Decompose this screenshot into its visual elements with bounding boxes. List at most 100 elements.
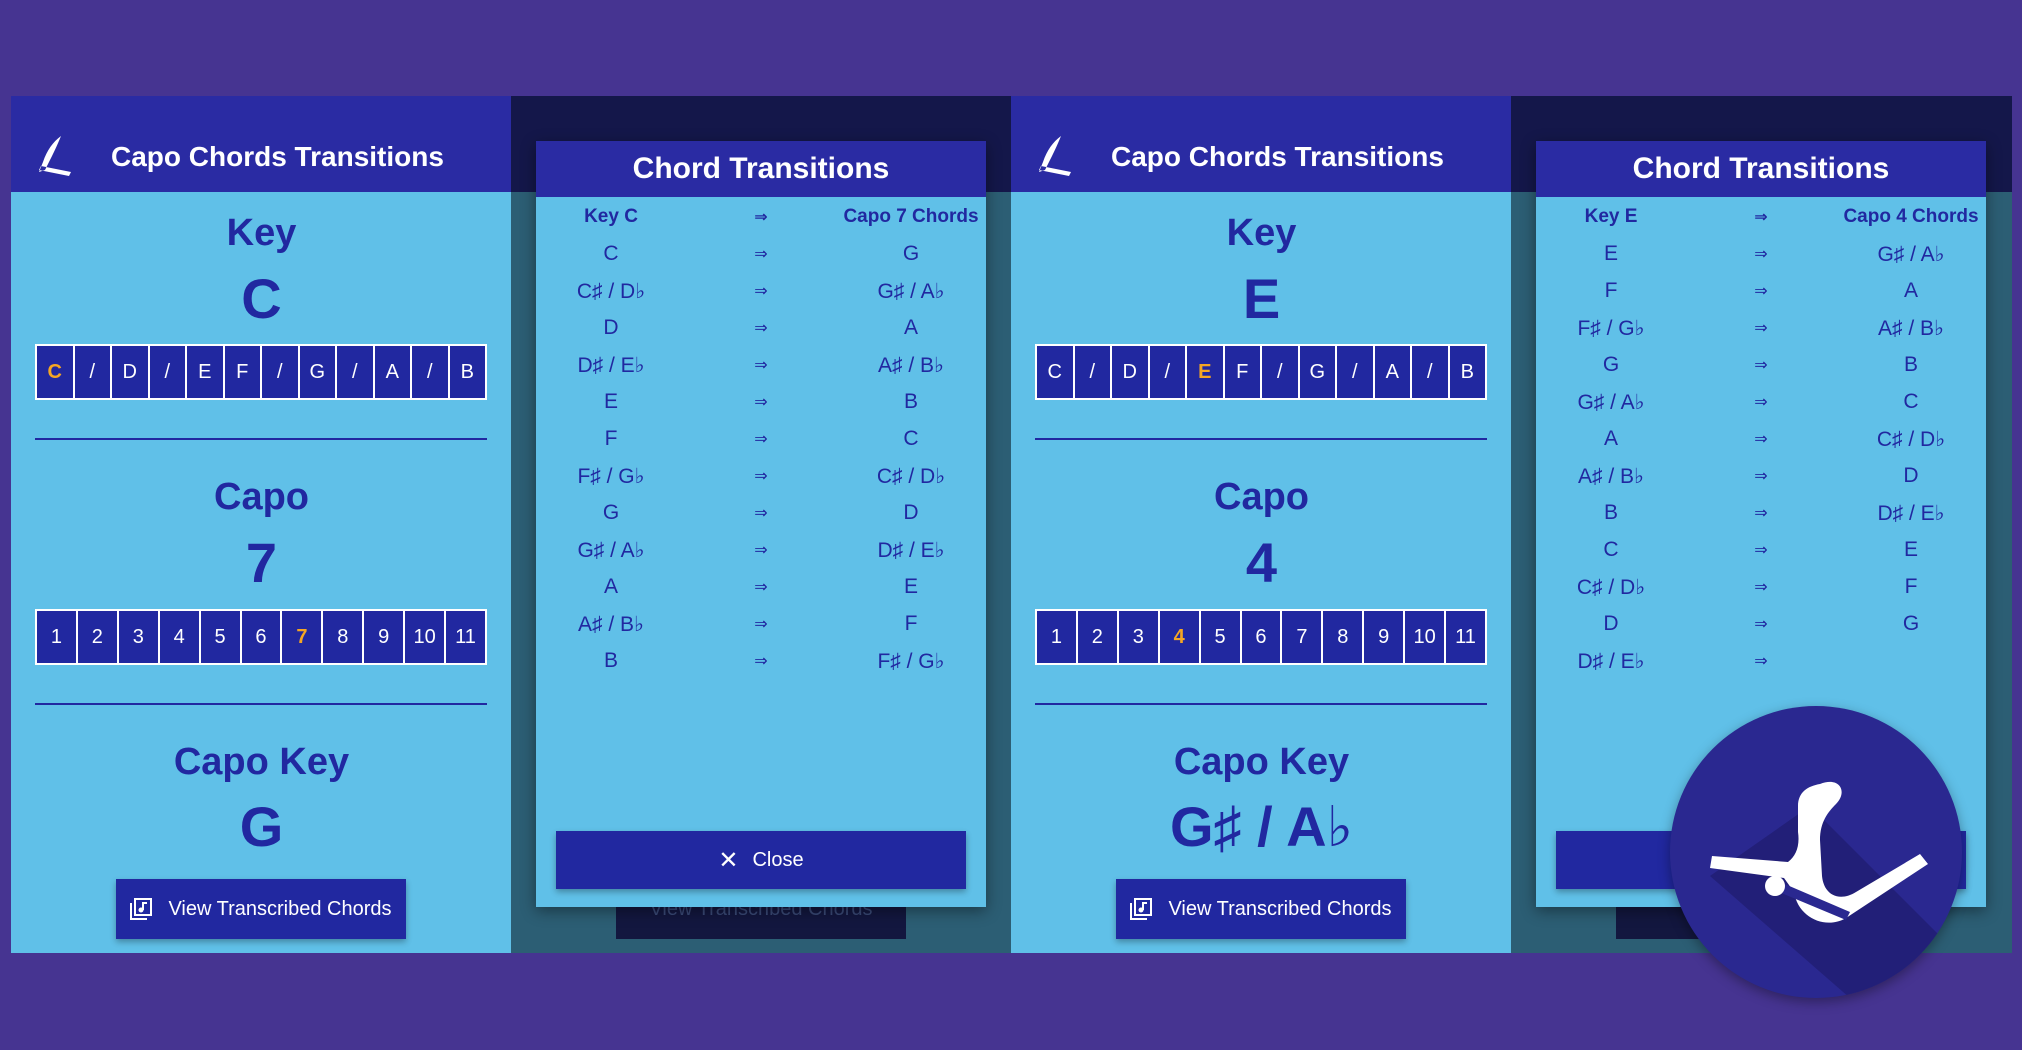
original-chord: F♯ / G♭ [1577, 316, 1645, 340]
capo-chord: C [1903, 390, 1919, 413]
capo-icon[interactable] [31, 132, 79, 180]
key-option[interactable]: / [75, 346, 112, 398]
view-transcribed-chords-button[interactable]: View Transcribed Chords [116, 879, 406, 939]
table-header: Key C ⇒ Capo 7 Chords [536, 197, 986, 237]
capo-chord: C♯ / D♭ [876, 464, 946, 488]
original-chord: A♯ / B♭ [578, 612, 644, 636]
arrow: ⇒ [1754, 357, 1768, 374]
key-option[interactable]: D [1112, 346, 1150, 398]
original-chord: F [1604, 279, 1618, 302]
key-option[interactable]: F [225, 346, 262, 398]
arrow: ⇒ [754, 579, 768, 596]
transition-row: G♯ / A♭ ⇒ C [1536, 382, 1986, 422]
key-option[interactable]: A [1375, 346, 1412, 398]
app-bar: Capo Chords Transitions [11, 96, 512, 192]
key-option-selected[interactable]: C [37, 346, 75, 398]
capo-option[interactable]: 6 [1242, 611, 1283, 663]
capo-option[interactable]: 9 [364, 611, 406, 663]
key-option[interactable]: / [1150, 346, 1187, 398]
key-option[interactable]: E [187, 346, 225, 398]
key-option[interactable]: / [412, 346, 450, 398]
key-option[interactable]: / [337, 346, 375, 398]
capo-option[interactable]: 11 [1446, 611, 1485, 663]
capo-option[interactable]: 2 [78, 611, 119, 663]
arrow: ⇒ [754, 283, 768, 300]
library-music-icon [1130, 898, 1153, 920]
capo-option[interactable]: 2 [1078, 611, 1119, 663]
capo-option[interactable]: 9 [1364, 611, 1406, 663]
arrow: ⇒ [1754, 468, 1768, 485]
key-option[interactable]: C [1037, 346, 1075, 398]
original-chord: E [603, 390, 618, 413]
transition-row: A♯ / B♭ ⇒ D [1536, 456, 1986, 496]
close-button[interactable]: ✕ Close [556, 831, 966, 889]
transition-row: E ⇒ B [536, 382, 986, 422]
capo-icon[interactable] [1031, 132, 1079, 180]
key-option[interactable]: / [1075, 346, 1112, 398]
capo-option[interactable]: 5 [201, 611, 242, 663]
key-option[interactable]: / [150, 346, 187, 398]
capo-selector[interactable]: 1 2 3 4 5 6 7 8 9 10 11 [1035, 609, 1487, 665]
capo-option[interactable]: 3 [119, 611, 160, 663]
arrow: ⇒ [1754, 542, 1768, 559]
original-chord: D♯ / E♭ [1577, 649, 1645, 673]
original-chord: D [1603, 612, 1619, 635]
capo-chord: G [1902, 612, 1920, 635]
capo-option[interactable]: 6 [242, 611, 283, 663]
capo-label: Capo [1214, 476, 1309, 518]
key-option[interactable]: F [1225, 346, 1262, 398]
capo-option[interactable]: 8 [323, 611, 365, 663]
key-option-selected[interactable]: E [1187, 346, 1225, 398]
capo-selector[interactable]: 1 2 3 4 5 6 7 8 9 10 11 [35, 609, 487, 665]
key-option[interactable]: A [375, 346, 412, 398]
original-chord: G♯ / A♭ [577, 538, 645, 562]
key-selector[interactable]: C / D / E F / G / A / B [35, 344, 487, 400]
key-option[interactable]: D [112, 346, 150, 398]
key-selector[interactable]: C / D / E F / G / A / B [1035, 344, 1487, 400]
key-option[interactable]: G [300, 346, 337, 398]
key-option[interactable]: / [1262, 346, 1300, 398]
key-option[interactable]: B [1450, 346, 1486, 398]
capo-option[interactable]: 7 [1282, 611, 1324, 663]
screen-key-e: Capo Chords Transitions Key E C / D / E F / G / A… [1011, 96, 1512, 953]
capo-option[interactable]: 11 [446, 611, 485, 663]
arrow: ⇒ [754, 394, 768, 411]
transition-row: G♯ / A♭ ⇒ D♯ / E♭ [536, 530, 986, 570]
key-option[interactable]: / [1337, 346, 1375, 398]
chord-transitions-dialog: Chord Transitions Key C ⇒ Capo 7 Chords … [536, 141, 986, 907]
capo-chord: D [1903, 464, 1919, 487]
capo-chord: G♯ / A♭ [1877, 242, 1945, 266]
capo-option[interactable]: 5 [1201, 611, 1242, 663]
original-chord: B [1603, 501, 1618, 524]
capo-chord: A♯ / B♭ [1878, 316, 1944, 340]
capo-chord: C [903, 427, 919, 450]
header-capo-chords: Capo 4 Chords [1843, 206, 1979, 227]
key-option[interactable]: / [1412, 346, 1450, 398]
capo-option[interactable]: 3 [1119, 611, 1160, 663]
arrow: ⇒ [754, 542, 768, 559]
capo-option-selected[interactable]: 7 [282, 611, 324, 663]
original-chord: G [1602, 353, 1620, 376]
header-arrow: ⇒ [754, 209, 768, 226]
header-arrow: ⇒ [1754, 209, 1768, 226]
capo-option[interactable]: 10 [1405, 611, 1447, 663]
capo-chord: A♯ / B♭ [878, 353, 944, 377]
capo-option[interactable]: 8 [1323, 611, 1365, 663]
key-option[interactable]: G [1300, 346, 1337, 398]
capo-option[interactable]: 1 [1037, 611, 1078, 663]
transition-row: A ⇒ C♯ / D♭ [1536, 419, 1986, 459]
capo-chord: B [903, 390, 918, 413]
transition-row: D♯ / E♭ ⇒ [1536, 641, 1986, 681]
transition-row: B ⇒ F♯ / G♭ [536, 641, 986, 681]
original-chord: F [604, 427, 618, 450]
capo-option[interactable]: 4 [160, 611, 201, 663]
capo-option[interactable]: 1 [37, 611, 78, 663]
key-option[interactable]: / [262, 346, 300, 398]
capo-option[interactable]: 10 [405, 611, 447, 663]
view-transcribed-chords-button[interactable]: View Transcribed Chords [1116, 879, 1406, 939]
capo-icon [1710, 781, 1962, 998]
key-option[interactable]: B [450, 346, 486, 398]
dialog-title: Chord Transitions [536, 141, 986, 197]
capo-option-selected[interactable]: 4 [1160, 611, 1201, 663]
arrow: ⇒ [754, 468, 768, 485]
